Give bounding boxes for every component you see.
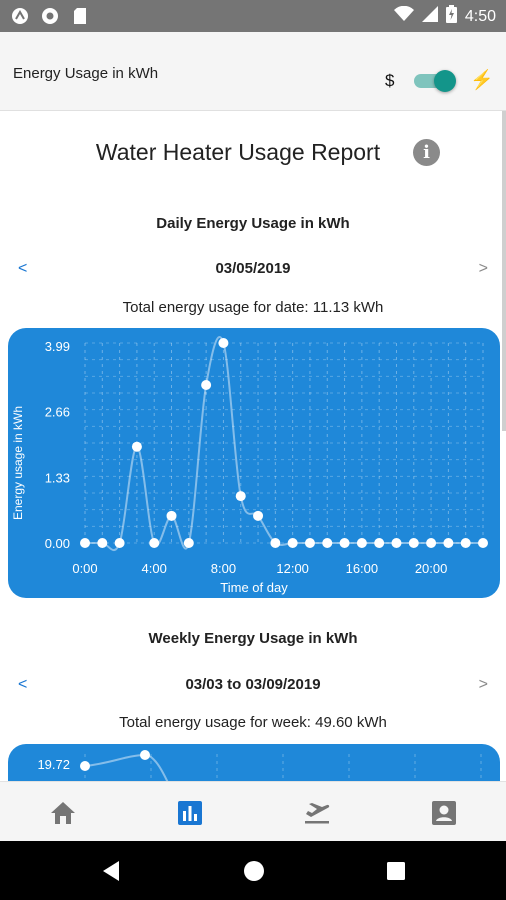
nav-away[interactable]: [302, 798, 332, 828]
data-point: [253, 510, 264, 521]
home-circle-icon: [244, 861, 264, 881]
x-tick-label: 16:00: [346, 561, 379, 576]
daily-series-line: [85, 335, 483, 552]
record-notification-icon: [40, 6, 60, 26]
y-tick-label: 19.72: [37, 757, 70, 772]
data-point: [287, 538, 298, 548]
currency-mode-label: $: [385, 71, 395, 90]
info-icon[interactable]: i: [413, 139, 440, 166]
unit-toggle-switch[interactable]: [414, 70, 456, 92]
account-box-icon: [432, 801, 456, 825]
data-point: [408, 538, 419, 548]
weekly-next-button[interactable]: >: [479, 676, 488, 694]
nav-home[interactable]: [48, 798, 78, 828]
weekly-date-range: 03/03 to 03/09/2019: [185, 676, 321, 693]
daily-usage-chart: 0.00 1.33 2.66 3.99 0:00 4:00 8:00 12:00 16:00 20…: [11, 335, 488, 595]
x-tick-label: 0:00: [72, 561, 97, 576]
status-icons-left: [10, 6, 90, 26]
status-bar: 4:50: [0, 0, 506, 32]
data-point: [80, 538, 90, 548]
sd-card-icon: [70, 6, 90, 26]
data-point: [374, 538, 385, 548]
weekly-total: Total energy usage for week: 49.60 kWh: [119, 714, 387, 731]
data-point: [218, 338, 229, 348]
battery-icon: [445, 5, 457, 28]
y-tick-label: 3.99: [45, 339, 70, 354]
data-point: [426, 538, 437, 548]
daily-date: 03/05/2019: [215, 260, 291, 277]
status-icons-right: 4:50: [393, 5, 496, 28]
y-tick-label: 2.66: [45, 405, 70, 420]
data-point: [149, 538, 160, 548]
data-point: [322, 538, 333, 548]
signal-icon: [421, 6, 438, 27]
energy-bolt-icon: ⚡: [470, 70, 494, 91]
data-point: [235, 491, 246, 502]
data-point: [270, 538, 281, 548]
system-navigation-bar: [0, 841, 506, 900]
data-point: [97, 538, 108, 548]
weekly-series-line: [84, 753, 169, 781]
recents-button[interactable]: [384, 859, 408, 883]
y-tick-label: 1.33: [45, 470, 70, 485]
data-point: [201, 379, 212, 390]
x-tick-label: 8:00: [211, 561, 236, 576]
data-point: [304, 538, 315, 548]
recents-square-icon: [387, 862, 405, 880]
home-system-button[interactable]: [242, 859, 266, 883]
x-axis-label: Time of day: [220, 580, 288, 595]
nav-account[interactable]: [429, 798, 459, 828]
x-tick-label: 4:00: [142, 561, 167, 576]
report-content[interactable]: Water Heater Usage Report i Daily Energy…: [0, 111, 506, 781]
status-time: 4:50: [464, 7, 496, 25]
bottom-navigation: [0, 781, 506, 842]
home-icon: [51, 802, 75, 824]
weekly-usage-chart: 19.72: [37, 750, 482, 781]
daily-next-button[interactable]: >: [479, 260, 488, 278]
departure-icon: [305, 803, 330, 824]
app-notification-icon: [10, 6, 30, 26]
data-point: [114, 538, 125, 548]
x-tick-label: 20:00: [415, 561, 448, 576]
data-point: [356, 538, 367, 548]
back-triangle-icon: [103, 861, 119, 881]
data-point: [131, 441, 142, 452]
data-point: [166, 510, 177, 521]
data-point: [443, 538, 454, 548]
back-button[interactable]: [99, 859, 123, 883]
data-point: [391, 538, 402, 548]
data-point: [80, 761, 90, 771]
wifi-icon: [393, 5, 414, 27]
y-tick-label: 0.00: [45, 536, 70, 551]
x-tick-label: 12:00: [276, 561, 309, 576]
data-point: [140, 750, 150, 760]
y-axis-label: Energy usage in kWh: [11, 406, 25, 520]
nav-reports[interactable]: [175, 798, 205, 828]
toggle-knob: [434, 70, 456, 92]
app-bar: Energy Usage in kWh $ ⚡: [0, 32, 506, 111]
daily-section-title: Daily Energy Usage in kWh: [156, 215, 350, 232]
daily-chart-card: 0.00 1.33 2.66 3.99 0:00 4:00 8:00 12:00 16:00 20…: [8, 328, 500, 598]
data-point: [339, 538, 350, 548]
data-point: [183, 538, 194, 548]
report-title: Water Heater Usage Report: [95, 139, 381, 165]
weekly-section-title: Weekly Energy Usage in kWh: [148, 630, 358, 647]
data-point: [478, 538, 488, 548]
daily-total: Total energy usage for date: 11.13 kWh: [122, 299, 384, 316]
weekly-chart-card: 19.72: [8, 744, 500, 781]
data-point: [460, 538, 471, 548]
bar-chart-icon: [178, 801, 202, 825]
app-bar-title: Energy Usage in kWh: [13, 65, 159, 82]
